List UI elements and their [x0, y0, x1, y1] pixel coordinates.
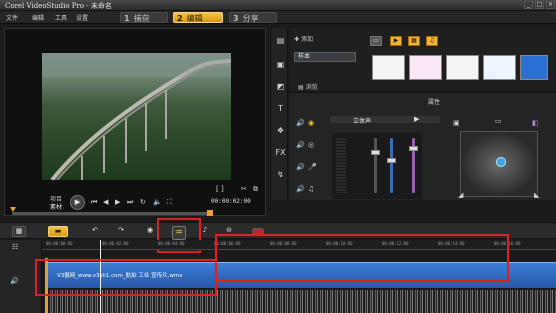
video-preview[interactable] — [42, 53, 231, 180]
repeat-icon[interactable]: ↻ — [140, 198, 146, 206]
fader-knob[interactable] — [409, 146, 418, 151]
photo-filter-icon[interactable]: ▦ — [408, 36, 420, 46]
next-frame-icon[interactable]: ▶ — [115, 198, 120, 206]
speaker-front-right-icon: ◧ — [532, 119, 539, 127]
speaker-rear-right-icon: ◣ — [534, 191, 540, 199]
video-frame-image — [42, 53, 231, 180]
speaker-center-icon: ▭ — [495, 117, 502, 125]
mixer-play-icon[interactable]: ▶ — [414, 115, 419, 123]
playback-controls: 项目 素材 ▶ ⏮ ◀ ▶ ⏭ ↻ 🔈 ⛶ [ ] ✂ ⧉ 00:00:02:0… — [4, 185, 266, 216]
add-folder-button[interactable]: ✚ 添加 — [294, 34, 313, 43]
center-fader[interactable] — [409, 138, 418, 193]
track-volume-icon[interactable]: 🔊 — [296, 141, 305, 149]
speaker-rear-left-icon: ◢ — [458, 191, 464, 199]
transition-icon[interactable]: ◩ — [275, 82, 286, 92]
track-volume-icon[interactable]: 🔊 — [296, 185, 305, 193]
track-manager-icon[interactable]: ☷ — [12, 243, 18, 251]
track-volume-icon[interactable]: 🔊 — [296, 119, 305, 127]
cut-icon[interactable]: ✂ — [241, 185, 247, 193]
library-thumbnail[interactable] — [409, 55, 442, 80]
library-thumbnail[interactable] — [520, 55, 548, 80]
library-thumbnail[interactable] — [372, 55, 405, 80]
sound-mixer-icon[interactable]: ♒ — [172, 226, 186, 240]
balance-fader[interactable] — [387, 138, 396, 193]
minimize-button[interactable]: _ — [524, 1, 533, 9]
video-track-icon: ◉ — [308, 119, 315, 127]
panner-handle[interactable] — [496, 157, 506, 167]
ruler-label: 00:00:00:00 — [46, 241, 73, 246]
channel-tab[interactable] — [330, 116, 440, 123]
undo-icon[interactable]: ↶ — [88, 226, 102, 237]
video-filter-icon[interactable]: ▶ — [390, 36, 402, 46]
storyboard-view-icon[interactable]: ▦ — [12, 226, 26, 237]
music-track-icon: ♫ — [308, 185, 315, 193]
library-folder-samples[interactable]: 样本 — [294, 52, 356, 62]
title-bar: Corel VideoStudio Pro - 未命名 _ □ × — [0, 0, 556, 11]
ruler-label: 00:00:02:00 — [102, 241, 129, 246]
fullscreen-icon[interactable]: ⛶ — [167, 198, 172, 207]
surround-panner[interactable] — [460, 131, 538, 197]
fader-knob[interactable] — [371, 150, 380, 155]
volume-icon[interactable]: 🔈 — [153, 198, 162, 206]
close-button[interactable]: × — [546, 1, 555, 9]
preview-panel — [4, 28, 266, 216]
record-capture-icon[interactable]: ◉ — [143, 226, 157, 237]
menu-file[interactable]: 文件 — [6, 13, 18, 22]
play-button[interactable]: ▶ — [70, 195, 85, 210]
instant-project-icon[interactable]: ▣ — [275, 60, 286, 70]
path-icon[interactable]: ↯ — [275, 170, 286, 180]
prev-frame-icon[interactable]: ◀ — [103, 198, 108, 206]
audio-filter-icon[interactable]: ♫ — [426, 36, 438, 46]
volume-fader[interactable] — [371, 138, 380, 193]
step-capture[interactable]: 1 捕获 — [120, 12, 168, 23]
track-volume-icon[interactable]: 🔊 — [296, 163, 305, 171]
ruler-highlight-box — [215, 234, 509, 282]
ruler-label: 00:00:04:00 — [158, 241, 185, 246]
library-thumbnail[interactable] — [446, 55, 479, 80]
copy-icon[interactable]: ⧉ — [253, 185, 258, 194]
step-share[interactable]: 3 分享 — [229, 12, 277, 23]
media-icon[interactable]: ▤ — [275, 36, 286, 46]
vu-meter — [336, 138, 346, 193]
timecode[interactable]: 00:00:02:00 — [211, 198, 251, 205]
clip-highlight-box — [35, 259, 217, 296]
step-edit[interactable]: 2 编辑 — [173, 12, 223, 23]
graphics-icon[interactable]: ❖ — [275, 126, 286, 136]
menu-bar: 文件 编辑 工具 设置 1 捕获 2 编辑 3 分享 — [0, 11, 556, 24]
redo-icon[interactable]: ↷ — [114, 226, 128, 237]
in-out-brackets[interactable]: [ ] — [216, 185, 224, 193]
voice-track-icon: 🎤 — [308, 163, 317, 171]
fx-icon[interactable]: FX — [275, 148, 286, 158]
library-toolbar: ▤ ▣ ◩ T ❖ FX ↯ — [272, 28, 288, 200]
video-track-header-icon[interactable]: 🔊 — [10, 277, 19, 285]
speaker-front-left-icon: ▣ — [453, 119, 460, 127]
app-title: Corel VideoStudio Pro - 未命名 — [5, 2, 112, 10]
menu-tools[interactable]: 工具 — [55, 13, 67, 22]
clip-mode-label[interactable]: 素材 — [50, 202, 62, 211]
folder-icon[interactable]: ▭ — [370, 36, 382, 46]
attributes-panel: 属性 立体声 ▶ 🔊 🔊 🔊 🔊 ◉ ◎ 🎤 ♫ ▣ ▭ ◧ ◢ ◣ — [290, 92, 556, 200]
home-icon[interactable]: ⏮ — [91, 198, 97, 207]
maximize-button[interactable]: □ — [535, 1, 544, 9]
library-panel: ✚ 添加 样本 ▤ 浏览 ▭ ▶ ▦ ♫ — [290, 28, 556, 91]
timeline-view-icon[interactable]: ▬ — [48, 226, 68, 237]
fader-knob[interactable] — [387, 158, 396, 163]
menu-edit[interactable]: 编辑 — [32, 13, 44, 22]
library-thumbnail[interactable] — [483, 55, 516, 80]
stereo-tab-label[interactable]: 立体声 — [353, 116, 371, 125]
end-icon[interactable]: ⏭ — [127, 198, 133, 207]
menu-settings[interactable]: 设置 — [76, 13, 88, 22]
title-icon[interactable]: T — [275, 104, 286, 114]
attributes-title: 属性 — [428, 99, 441, 106]
browse-button[interactable]: ▤ 浏览 — [298, 82, 318, 91]
overlay-track-icon: ◎ — [308, 141, 315, 149]
